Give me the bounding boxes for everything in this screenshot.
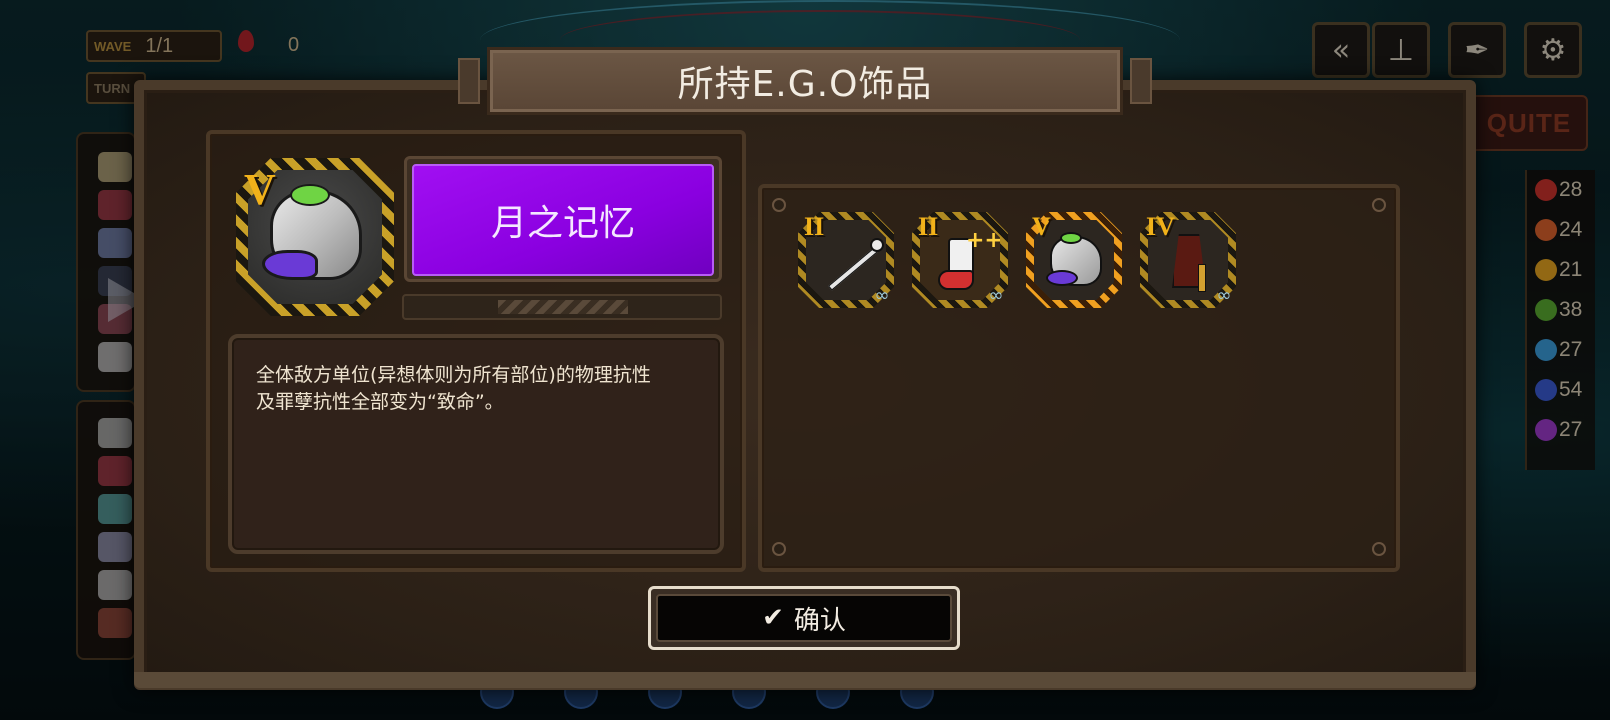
confirm-button[interactable]: ✔ 确认 (656, 594, 952, 642)
sock-foot (938, 270, 974, 290)
moon-rock-moss (290, 184, 330, 206)
moon-rock-moss (1060, 232, 1082, 244)
chain-icon: ∞ (874, 285, 890, 306)
staff-knob (870, 238, 884, 252)
gift-level-fill (498, 300, 628, 314)
selected-gift-rank: V (244, 165, 276, 214)
gift-rank: II (918, 212, 939, 241)
bolt (1372, 542, 1386, 556)
modal-title: 所持E.G.O饰品 (677, 64, 933, 105)
bolt (772, 198, 786, 212)
gift-slot[interactable]: ++ II ∞ (912, 212, 1008, 308)
title-plate: 所持E.G.O饰品 (490, 50, 1120, 112)
gift-rank: IV (1146, 212, 1175, 241)
bolt (1372, 198, 1386, 212)
bolt (772, 542, 786, 556)
gift-name: 月之记忆 (490, 203, 635, 244)
gift-name-banner: 月之记忆 (412, 164, 714, 276)
chain-icon: ∞ (988, 285, 1004, 306)
tassel (1198, 264, 1206, 292)
gift-description-line: 全体敌方单位(异想体则为所有部位)的物理抗性 (256, 364, 651, 386)
gift-description-line: 及罪孽抗性全部变为“致命”。 (256, 391, 504, 413)
gift-rank: II (804, 212, 825, 241)
gift-slot[interactable]: II ∞ (798, 212, 894, 308)
gift-rank: V (1032, 212, 1051, 241)
confirm-label: 确认 (793, 605, 846, 636)
gift-slot-selected[interactable]: V (1026, 212, 1122, 308)
checkmark-icon: ✔ (762, 603, 784, 633)
title-cap-right (1130, 58, 1152, 104)
title-cap-left (458, 58, 480, 104)
moon-rock-crystal (1046, 270, 1078, 286)
chain-icon: ∞ (1216, 285, 1232, 306)
gift-description-box: 全体敌方单位(异想体则为所有部位)的物理抗性 及罪孽抗性全部变为“致命”。 (228, 334, 724, 554)
modal-rail (134, 672, 1476, 688)
gift-slot[interactable]: IV ∞ (1140, 212, 1236, 308)
